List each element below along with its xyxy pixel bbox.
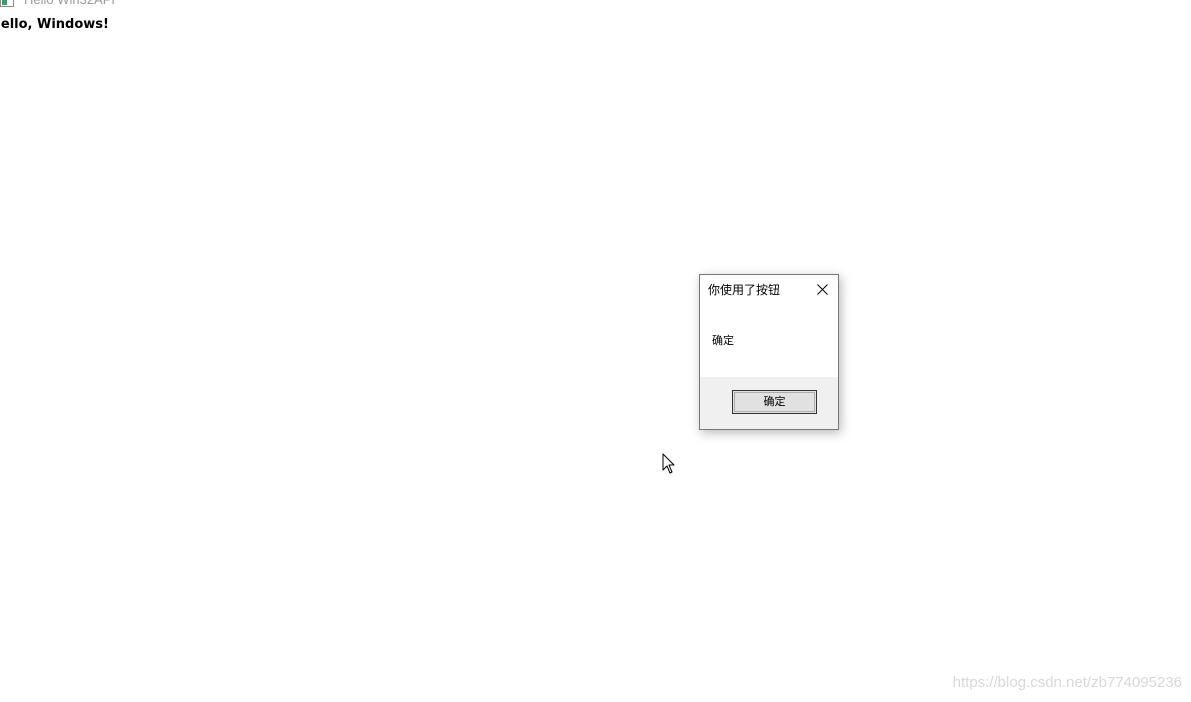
app-window-icon: [0, 0, 14, 7]
watermark-text: https://blog.csdn.net/zb774095236: [952, 674, 1182, 691]
main-window-title-bar[interactable]: Hello Win32API: [0, 0, 1191, 8]
desktop-screen: Hello Win32API Hello, Windows! 你使用了按钮 确定…: [0, 0, 1191, 702]
arrow-cursor-icon: [662, 453, 676, 474]
message-box-body: 确定: [700, 305, 838, 377]
main-window-title: Hello Win32API: [24, 0, 115, 8]
message-box-button-bar: 确定: [700, 377, 838, 429]
ok-button[interactable]: 确定: [732, 390, 817, 414]
message-box-dialog: 你使用了按钮 确定 确定: [699, 274, 839, 430]
message-box-title: 你使用了按钮: [708, 283, 781, 297]
close-icon: [817, 284, 828, 295]
message-box-title-bar[interactable]: 你使用了按钮: [700, 275, 838, 305]
close-button[interactable]: [806, 275, 838, 305]
message-box-text: 确定: [712, 334, 734, 347]
client-area-text: Hello, Windows!: [0, 17, 109, 32]
